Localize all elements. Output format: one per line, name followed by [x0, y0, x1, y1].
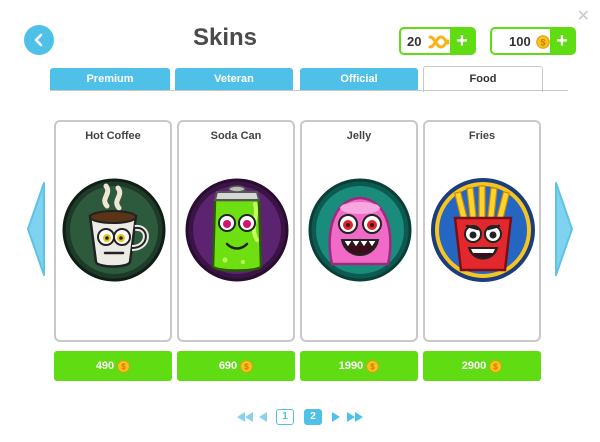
pink-jelly-monster-icon — [308, 178, 412, 282]
page-1-button[interactable]: 1 — [276, 409, 294, 425]
last-page-icon[interactable] — [347, 412, 363, 422]
next-arrow-icon[interactable] — [554, 181, 574, 277]
dna-value: 20 — [407, 33, 422, 49]
prev-arrow-icon[interactable] — [26, 181, 46, 277]
coin-icon: $ — [489, 359, 503, 373]
add-dna-button[interactable]: + — [450, 29, 474, 53]
soda-can-monster-icon — [185, 178, 289, 282]
skin-name: Jelly — [346, 130, 372, 142]
dna-balance: 20 + — [399, 27, 476, 55]
skin-card-hot-coffee[interactable]: Hot Coffee — [54, 120, 172, 342]
tab-premium[interactable]: Premium — [50, 68, 170, 90]
buy-hot-coffee-button[interactable]: 490 $ — [54, 351, 172, 381]
prev-page-icon[interactable] — [259, 412, 267, 422]
price-value: 1990 — [338, 360, 364, 372]
coin-value: 100 — [509, 33, 531, 49]
svg-text:$: $ — [370, 361, 375, 371]
next-page-icon[interactable] — [332, 412, 340, 422]
skin-card-fries[interactable]: Fries — [423, 120, 541, 342]
dna-icon — [428, 35, 450, 49]
fries-monster-icon — [431, 178, 535, 282]
coin-icon: $ — [536, 35, 550, 49]
pagination: 1 2 — [0, 408, 600, 426]
coffee-cup-monster-icon — [62, 178, 166, 282]
skin-card-soda-can[interactable]: Soda Can — [177, 120, 295, 342]
price-value: 490 — [95, 360, 115, 372]
price-value: 690 — [218, 360, 238, 372]
buy-soda-can-button[interactable]: 690 $ — [177, 351, 295, 381]
skin-name: Soda Can — [210, 130, 262, 142]
skin-name: Fries — [468, 130, 496, 142]
buy-jelly-button[interactable]: 1990 $ — [300, 351, 418, 381]
price-value: 2900 — [461, 360, 487, 372]
page-2-button[interactable]: 2 — [304, 409, 322, 425]
page-title: Skins — [192, 24, 258, 51]
tab-divider — [50, 90, 568, 91]
tab-veteran[interactable]: Veteran — [175, 68, 293, 90]
skin-card-jelly[interactable]: Jelly — [300, 120, 418, 342]
buy-fries-button[interactable]: 2900 $ — [423, 351, 541, 381]
category-tabs: Premium Veteran Official Food — [50, 66, 568, 92]
coin-balance: 100 $ + — [490, 27, 576, 55]
first-page-icon[interactable] — [237, 412, 253, 422]
tab-official[interactable]: Official — [300, 68, 418, 90]
svg-text:$: $ — [540, 37, 545, 47]
tab-food[interactable]: Food — [423, 66, 543, 92]
add-coins-button[interactable]: + — [550, 29, 574, 53]
coin-icon: $ — [366, 359, 380, 373]
coin-icon: $ — [240, 359, 253, 373]
svg-text:$: $ — [121, 361, 126, 371]
coin-icon: $ — [117, 359, 130, 373]
close-button[interactable]: ✕ — [577, 6, 590, 25]
skin-name: Hot Coffee — [85, 130, 141, 142]
svg-text:$: $ — [244, 361, 249, 371]
svg-text:$: $ — [493, 361, 498, 371]
